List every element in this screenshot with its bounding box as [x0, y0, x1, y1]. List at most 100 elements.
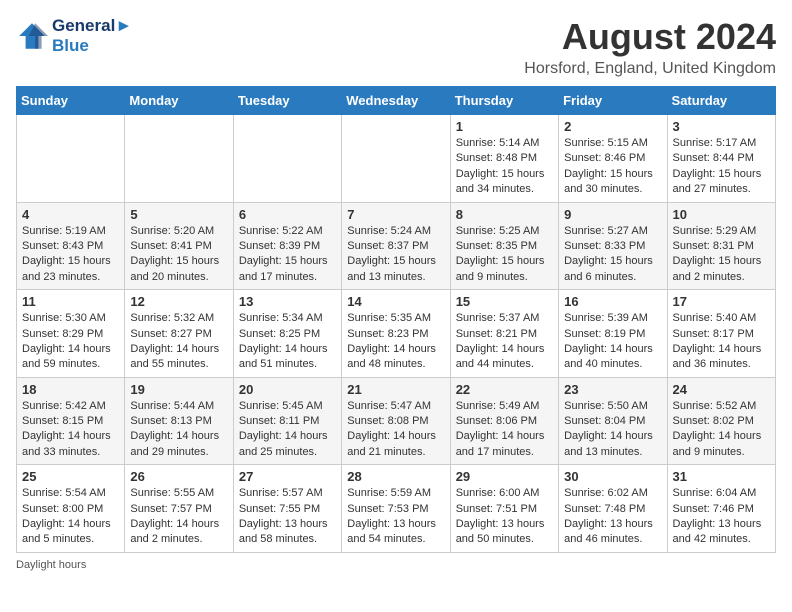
day-info-line: Sunset: 7:48 PM — [564, 503, 645, 515]
day-number: 10 — [673, 207, 770, 222]
day-info-line: Daylight: 15 hours and 17 minutes. — [239, 255, 328, 282]
day-info-line: Sunrise: 5:19 AM — [22, 225, 106, 237]
day-info: Sunrise: 5:40 AMSunset: 8:17 PMDaylight:… — [673, 311, 770, 373]
day-info-line: Sunrise: 6:04 AM — [673, 487, 757, 499]
day-info-line: Sunset: 7:57 PM — [130, 503, 211, 515]
day-number: 18 — [22, 382, 119, 397]
day-number: 20 — [239, 382, 336, 397]
day-info-line: Sunset: 7:51 PM — [456, 503, 537, 515]
day-info-line: Sunset: 8:39 PM — [239, 240, 320, 252]
day-info: Sunrise: 5:22 AM Sunset: 8:39 PM Daylight:… — [239, 224, 336, 286]
header-wednesday: Wednesday — [342, 87, 450, 115]
calendar-cell: 24Sunrise: 5:52 AMSunset: 8:02 PMDayligh… — [667, 377, 775, 465]
day-info-line: Daylight: 15 hours and 23 minutes. — [22, 255, 111, 282]
day-info-line: Sunrise: 5:55 AM — [130, 487, 214, 499]
day-number: 14 — [347, 294, 444, 309]
day-info-line: Sunrise: 5:35 AM — [347, 312, 431, 324]
day-info-line: Daylight: 14 hours and 9 minutes. — [673, 430, 762, 457]
day-info: Sunrise: 5:54 AMSunset: 8:00 PMDaylight:… — [22, 486, 119, 548]
day-info: Sunrise: 5:57 AMSunset: 7:55 PMDaylight:… — [239, 486, 336, 548]
day-info-line: Sunset: 8:21 PM — [456, 328, 537, 340]
day-info: Sunrise: 5:25 AMSunset: 8:35 PMDaylight:… — [456, 224, 553, 286]
calendar-cell: 1Sunrise: 5:14 AMSunset: 8:48 PMDaylight… — [450, 115, 558, 203]
day-info: Sunrise: 5:34 AMSunset: 8:25 PMDaylight:… — [239, 311, 336, 373]
calendar-cell: 10Sunrise: 5:29 AMSunset: 8:31 PMDayligh… — [667, 202, 775, 290]
calendar-cell: 11Sunrise: 5:30 AMSunset: 8:29 PMDayligh… — [17, 290, 125, 378]
day-info-line: Daylight: 14 hours and 21 minutes. — [347, 430, 436, 457]
day-info-line: Daylight: 14 hours and 29 minutes. — [130, 430, 219, 457]
day-info-line: Sunrise: 5:37 AM — [456, 312, 540, 324]
day-info: Sunrise: 6:00 AMSunset: 7:51 PMDaylight:… — [456, 486, 553, 548]
day-info-line: Sunset: 8:23 PM — [347, 328, 428, 340]
day-number: 31 — [673, 469, 770, 484]
day-info-line: Sunrise: 5:22 AM — [239, 225, 323, 237]
day-info-line: Sunset: 8:02 PM — [673, 415, 754, 427]
day-info-line: Sunrise: 5:42 AM — [22, 400, 106, 412]
day-number: 9 — [564, 207, 661, 222]
title-block: August 2024 Horsford, England, United Ki… — [524, 16, 776, 78]
day-info-line: Sunset: 8:33 PM — [564, 240, 645, 252]
day-number: 27 — [239, 469, 336, 484]
day-info: Sunrise: 5:47 AMSunset: 8:08 PMDaylight:… — [347, 399, 444, 461]
month-year: August 2024 — [524, 16, 776, 58]
day-info-line: Sunset: 8:27 PM — [130, 328, 211, 340]
day-number: 29 — [456, 469, 553, 484]
day-number: 11 — [22, 294, 119, 309]
header-tuesday: Tuesday — [233, 87, 341, 115]
day-info-line: Daylight: 14 hours and 36 minutes. — [673, 343, 762, 370]
day-info-line: Sunrise: 5:59 AM — [347, 487, 431, 499]
calendar-cell: 9Sunrise: 5:27 AMSunset: 8:33 PMDaylight… — [559, 202, 667, 290]
day-info-line: Sunset: 7:46 PM — [673, 503, 754, 515]
day-info-line: Sunset: 8:46 PM — [564, 152, 645, 164]
day-info: Sunrise: 5:24 AMSunset: 8:37 PMDaylight:… — [347, 224, 444, 286]
logo-text: General► Blue — [52, 16, 132, 56]
day-info-line: Daylight: 13 hours and 58 minutes. — [239, 518, 328, 545]
day-number: 4 — [22, 207, 119, 222]
day-info-line: Daylight: 14 hours and 55 minutes. — [130, 343, 219, 370]
day-info-line: Sunrise: 5:54 AM — [22, 487, 106, 499]
day-info-line: Daylight: 14 hours and 59 minutes. — [22, 343, 111, 370]
day-number: 30 — [564, 469, 661, 484]
calendar-cell: 30 Sunrise: 6:02 AMSunset: 7:48 PMDayligh… — [559, 465, 667, 553]
day-info-line: Sunrise: 5:47 AM — [347, 400, 431, 412]
calendar-cell — [17, 115, 125, 203]
day-number: 28 — [347, 469, 444, 484]
logo-icon — [16, 20, 48, 52]
day-number: 5 — [130, 207, 227, 222]
location: Horsford, England, United Kingdom — [524, 60, 776, 78]
day-number: 21 — [347, 382, 444, 397]
day-info-line: Sunrise: 5:40 AM — [673, 312, 757, 324]
day-info-line: Daylight: 13 hours and 54 minutes. — [347, 518, 436, 545]
day-info-line: Sunset: 8:13 PM — [130, 415, 211, 427]
day-number: 6 — [239, 207, 336, 222]
day-info-line: Sunrise: 5:57 AM — [239, 487, 323, 499]
day-info-line: Daylight: 15 hours and 20 minutes. — [130, 255, 219, 282]
calendar-cell: 26Sunrise: 5:55 AMSunset: 7:57 PMDayligh… — [125, 465, 233, 553]
day-info-line: Sunset: 8:43 PM — [22, 240, 103, 252]
day-info-line: Sunrise: 5:14 AM — [456, 137, 540, 149]
day-info-line: Sunrise: 5:17 AM — [673, 137, 757, 149]
day-info: Sunrise: 5:37 AMSunset: 8:21 PMDaylight:… — [456, 311, 553, 373]
calendar-week-3: 11Sunrise: 5:30 AMSunset: 8:29 PMDayligh… — [17, 290, 776, 378]
calendar-cell: 6 Sunrise: 5:22 AM Sunset: 8:39 PM Daylight… — [233, 202, 341, 290]
day-info-line: Sunrise: 5:50 AM — [564, 400, 648, 412]
day-info-line: Sunset: 8:19 PM — [564, 328, 645, 340]
day-info-line: Daylight: 15 hours and 30 minutes. — [564, 168, 653, 195]
day-info: Sunrise: 6:02 AMSunset: 7:48 PMDaylight:… — [564, 486, 661, 548]
calendar-cell: 28Sunrise: 5:59 AMSunset: 7:53 PMDayligh… — [342, 465, 450, 553]
calendar-cell: 15Sunrise: 5:37 AMSunset: 8:21 PMDayligh… — [450, 290, 558, 378]
calendar-cell: 3Sunrise: 5:17 AMSunset: 8:44 PMDaylight… — [667, 115, 775, 203]
day-info-line: Sunset: 8:37 PM — [347, 240, 428, 252]
day-number: 2 — [564, 119, 661, 134]
calendar-cell: 2Sunrise: 5:15 AMSunset: 8:46 PMDaylight… — [559, 115, 667, 203]
day-info-line: Daylight: 14 hours and 2 minutes. — [130, 518, 219, 545]
calendar-cell: 13Sunrise: 5:34 AMSunset: 8:25 PMDayligh… — [233, 290, 341, 378]
day-info-line: Daylight: 15 hours and 9 minutes. — [456, 255, 545, 282]
day-info-line: Daylight: 14 hours and 40 minutes. — [564, 343, 653, 370]
day-info-line: Sunset: 8:06 PM — [456, 415, 537, 427]
day-info-line: Sunset: 8:31 PM — [673, 240, 754, 252]
day-info-line: Sunset: 8:41 PM — [130, 240, 211, 252]
day-info: Sunrise: 5:42 AMSunset: 8:15 PMDaylight:… — [22, 399, 119, 461]
day-info-line: Daylight: 14 hours and 17 minutes. — [456, 430, 545, 457]
day-number: 12 — [130, 294, 227, 309]
